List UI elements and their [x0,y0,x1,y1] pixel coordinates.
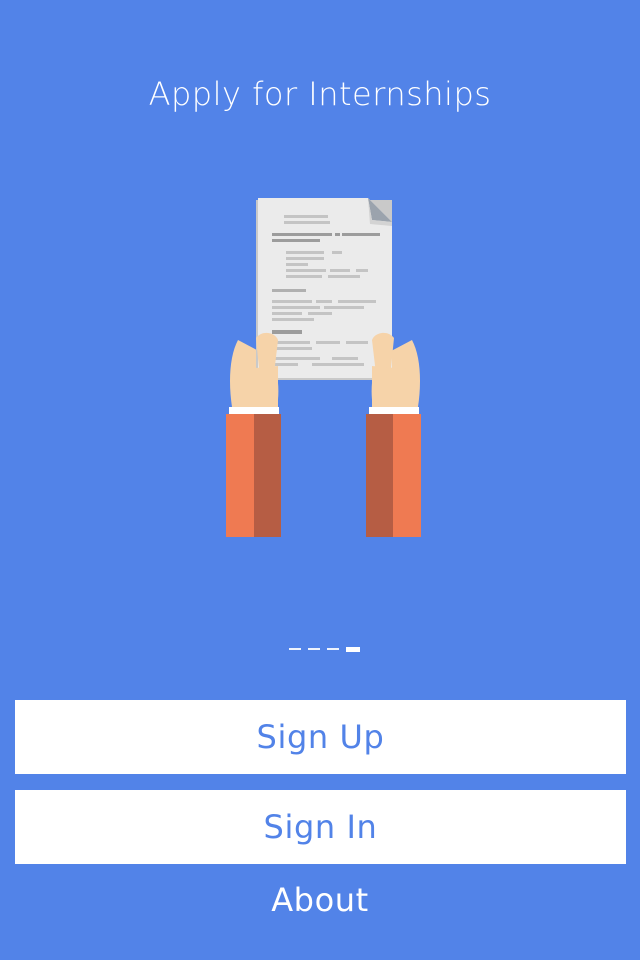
page-dot[interactable] [308,648,320,650]
sign-in-button[interactable]: Sign In [15,790,626,864]
about-link[interactable]: About [0,876,640,924]
page-dot[interactable] [327,648,339,650]
page-indicator[interactable] [289,646,360,652]
onboarding-screen: Apply for Internships Sign Up Sign In Ab… [0,0,640,960]
page-dot-active[interactable] [346,646,360,652]
page-title: Apply for Internships [148,75,492,113]
sign-up-button[interactable]: Sign Up [15,700,626,774]
page-dot[interactable] [289,648,301,650]
hands-holding-document-icon [220,190,430,540]
